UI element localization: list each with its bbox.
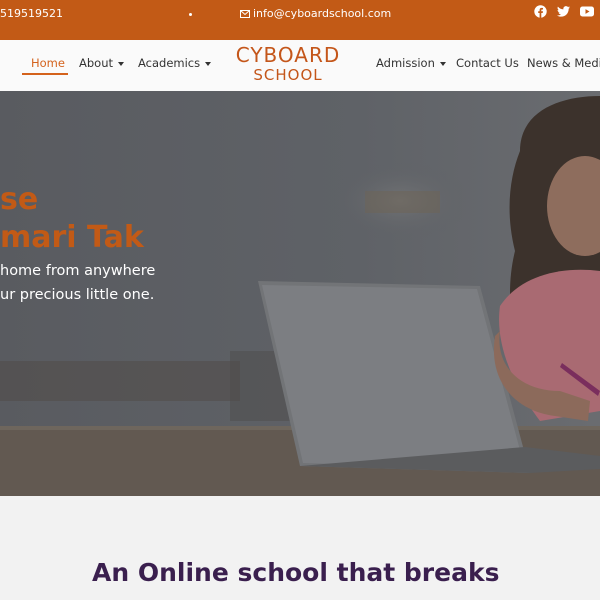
logo-line1: CYBOARD (235, 43, 341, 67)
hero-heading-line1: se (0, 182, 39, 217)
nav-admission-label: Admission (376, 56, 435, 70)
hero-heading: se mari Tak (0, 181, 144, 257)
nav-contact[interactable]: Contact Us (456, 56, 519, 70)
nav-active-indicator (22, 73, 68, 75)
hero-text-line2: ur precious little one. (0, 287, 155, 303)
chevron-down-icon (439, 61, 446, 66)
hero-text-line1: home from anywhere (0, 263, 156, 279)
phone-text: 519519521 (0, 7, 63, 20)
hero-banner: se mari Tak home from anywhere ur precio… (0, 91, 600, 496)
nav-academics-label: Academics (138, 56, 201, 70)
nav-admission[interactable]: Admission (376, 56, 446, 70)
nav-about-label: About (79, 56, 114, 70)
email-text: info@cyboardschool.com (253, 7, 392, 20)
phone-number[interactable]: 519519521 (0, 7, 63, 20)
mail-icon (240, 9, 250, 18)
section-heading: An Online school that breaks (92, 558, 500, 587)
separator-dot (189, 13, 192, 16)
facebook-icon[interactable] (534, 5, 547, 18)
hero-description: home from anywhere ur precious little on… (0, 259, 155, 307)
intro-section: An Online school that breaks (0, 496, 600, 600)
nav-home-label: Home (31, 56, 65, 70)
nav-home[interactable]: Home (31, 56, 65, 70)
youtube-icon[interactable] (580, 6, 594, 17)
nav-news-media-label: News & Media (527, 56, 600, 70)
nav-contact-label: Contact Us (456, 56, 519, 70)
chevron-down-icon (205, 61, 212, 66)
twitter-icon[interactable] (557, 6, 570, 17)
chevron-down-icon (118, 61, 125, 66)
top-bar: 519519521 info@cyboardschool.com (0, 0, 600, 40)
hero-heading-line2: mari Tak (0, 220, 144, 255)
nav-academics[interactable]: Academics (138, 56, 212, 70)
nav-news-media[interactable]: News & Media (527, 56, 600, 70)
main-navigation: Home About Academics CYBOARD SCHOOL Admi… (0, 40, 600, 92)
school-logo[interactable]: CYBOARD SCHOOL (232, 44, 344, 88)
social-links (534, 5, 594, 18)
logo-line2: SCHOOL (253, 66, 323, 84)
email-link[interactable]: info@cyboardschool.com (240, 7, 391, 20)
nav-about[interactable]: About (79, 56, 125, 70)
